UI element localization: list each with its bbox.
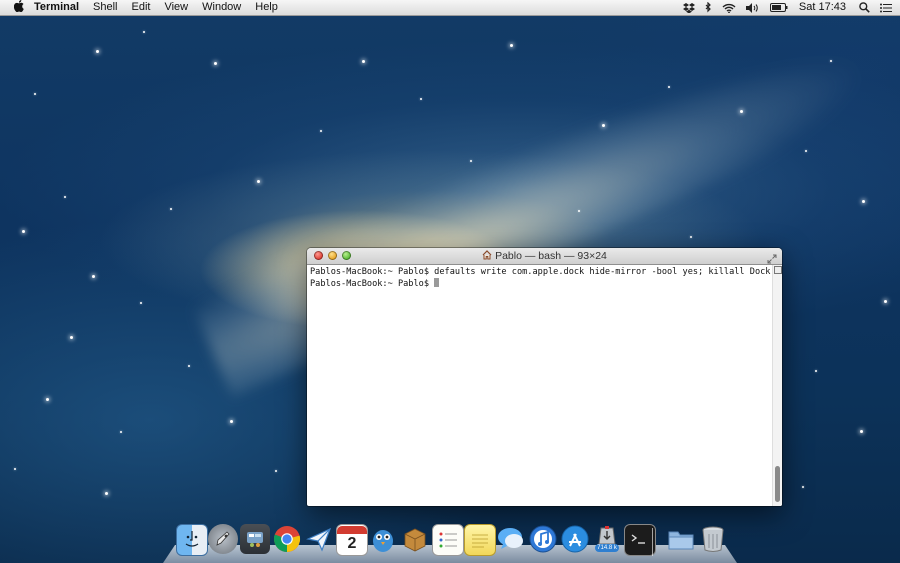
terminal-line: Pablos-MacBook:~ Pablo$ defaults write c…: [310, 267, 771, 277]
star: [96, 50, 99, 53]
messages-icon[interactable]: [496, 524, 526, 554]
notes-icon[interactable]: [464, 524, 496, 556]
star: [470, 160, 472, 162]
tweetbot-icon[interactable]: [368, 524, 398, 554]
menu-bar: Terminal Shell Edit View Window Help Sat…: [0, 0, 900, 16]
download-progress-badge: 714.8 k: [595, 544, 619, 552]
fullscreen-icon[interactable]: [767, 251, 777, 264]
star: [105, 492, 108, 495]
downloads-icon[interactable]: 714.8 k: [592, 524, 622, 554]
star: [578, 210, 580, 212]
volume-icon[interactable]: [741, 2, 765, 13]
bluetooth-icon[interactable]: [700, 2, 717, 13]
home-folder-icon: [482, 249, 492, 260]
terminal-content[interactable]: Pablos-MacBook:~ Pablo$ defaults write c…: [307, 265, 773, 506]
finder-icon[interactable]: [176, 524, 208, 556]
menu-app-name[interactable]: Terminal: [30, 0, 86, 15]
star: [170, 208, 172, 210]
star: [143, 31, 145, 33]
star: [188, 365, 190, 367]
terminal-prompt-line: Pablos-MacBook:~ Pablo$: [310, 278, 773, 290]
dashboard-icon[interactable]: [240, 524, 270, 554]
app-store-icon[interactable]: [560, 524, 590, 554]
itunes-icon[interactable]: [528, 524, 558, 554]
window-title-wrap: Pablo — bash — 93×24: [307, 248, 782, 264]
star: [64, 196, 66, 198]
terminal-titlebar[interactable]: Pablo — bash — 93×24: [307, 248, 782, 265]
star: [230, 420, 233, 423]
star: [320, 130, 322, 132]
split-pane-handle[interactable]: [774, 266, 782, 274]
menu-clock[interactable]: Sat 17:43: [793, 0, 854, 15]
archive-icon[interactable]: [400, 524, 430, 554]
star: [34, 93, 36, 95]
launchpad-icon[interactable]: [208, 524, 238, 554]
menu-shell[interactable]: Shell: [86, 0, 124, 15]
battery-icon[interactable]: [765, 3, 793, 12]
star: [805, 150, 807, 152]
vertical-scrollbar[interactable]: [772, 265, 782, 506]
menu-view[interactable]: View: [157, 0, 195, 15]
star: [884, 300, 887, 303]
star: [257, 180, 260, 183]
reminders-icon[interactable]: [432, 524, 464, 556]
star: [46, 398, 49, 401]
star: [690, 236, 692, 238]
folder-icon[interactable]: [666, 524, 696, 554]
star: [802, 486, 804, 488]
star: [22, 230, 25, 233]
dropbox-icon[interactable]: [678, 2, 700, 13]
star: [602, 124, 605, 127]
star: [862, 200, 865, 203]
calendar-day: 2: [347, 535, 357, 552]
dock-separator: [652, 528, 653, 556]
notification-center-icon[interactable]: [875, 3, 900, 13]
window-title: Pablo — bash — 93×24: [495, 250, 607, 262]
terminal-window[interactable]: Pablo — bash — 93×24 Pablos-MacBook:~ Pa…: [307, 248, 782, 506]
wifi-icon[interactable]: [717, 3, 741, 13]
star: [70, 336, 73, 339]
star: [860, 430, 863, 433]
trash-icon[interactable]: [698, 524, 728, 554]
terminal-line: Pablos-MacBook:~ Pablo$: [310, 279, 435, 289]
star: [362, 60, 365, 63]
star: [14, 468, 16, 470]
calendar-header: [337, 526, 367, 534]
calendar-icon[interactable]: 2: [336, 524, 368, 556]
spotlight-icon[interactable]: [854, 2, 875, 13]
apple-menu-icon[interactable]: [8, 0, 30, 16]
star: [815, 370, 817, 372]
star: [140, 302, 142, 304]
text-cursor: [434, 278, 440, 287]
star: [668, 86, 670, 88]
star: [420, 98, 422, 100]
star: [510, 44, 513, 47]
star: [740, 110, 743, 113]
chrome-icon[interactable]: [272, 524, 302, 554]
star: [120, 431, 122, 433]
scroll-thumb[interactable]: [775, 466, 780, 502]
menu-edit[interactable]: Edit: [125, 0, 158, 15]
star: [275, 470, 277, 472]
menu-window[interactable]: Window: [195, 0, 248, 15]
star: [92, 275, 95, 278]
menu-help[interactable]: Help: [248, 0, 285, 15]
star: [214, 62, 217, 65]
mail-sparrow-icon[interactable]: [304, 524, 334, 554]
star: [830, 60, 832, 62]
dock: 2 714.8 k: [163, 522, 737, 563]
